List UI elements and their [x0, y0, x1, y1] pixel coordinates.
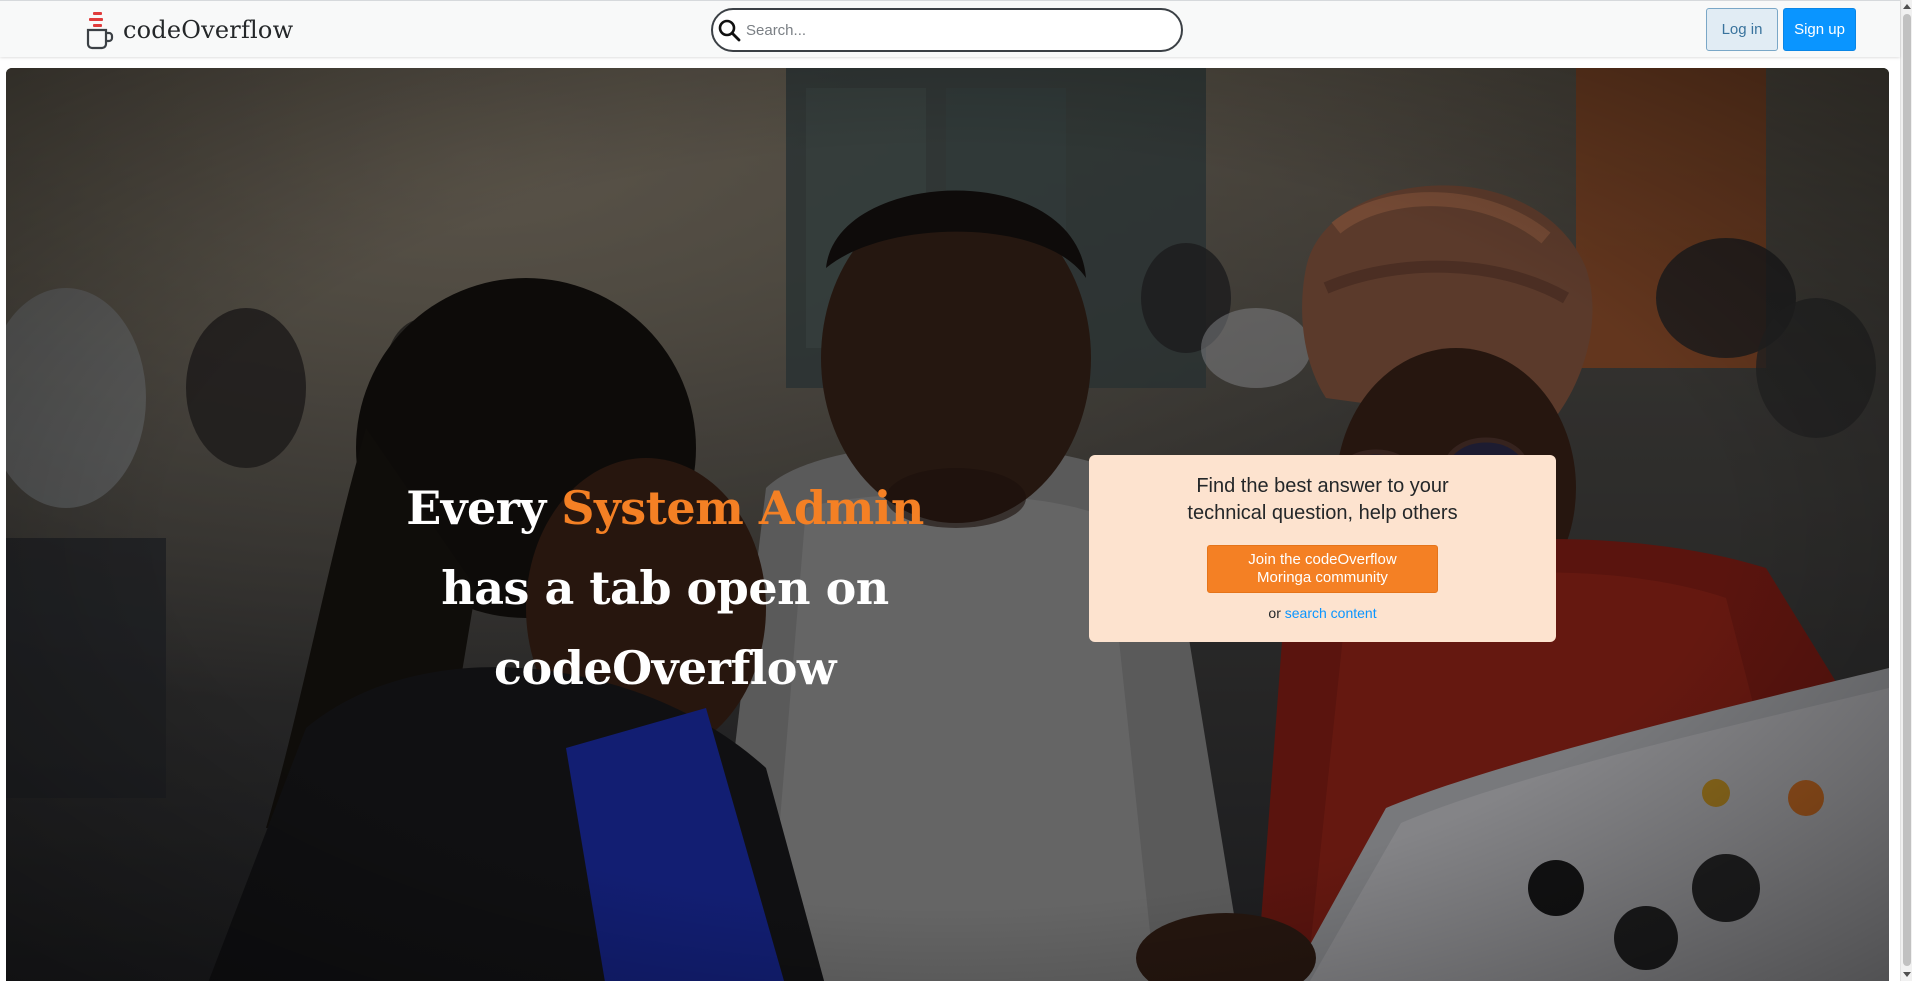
card-alt-action: or search content — [1089, 605, 1556, 621]
hero-banner: Every System Admin has a tab open on cod… — [6, 68, 1889, 981]
join-community-card: Find the best answer to your technical q… — [1089, 455, 1556, 642]
join-community-button[interactable]: Join the codeOverflow Moringa community — [1207, 545, 1438, 593]
signup-button[interactable]: Sign up — [1783, 8, 1856, 51]
brand-home-link[interactable]: codeOverflow — [84, 9, 293, 51]
brand-name: codeOverflow — [123, 16, 294, 44]
search-content-link[interactable]: search content — [1285, 605, 1377, 621]
hero-headline: Every System Admin has a tab open on cod… — [324, 468, 1006, 708]
search-bar[interactable] — [711, 8, 1183, 52]
headline-line2: has a tab open on — [441, 561, 889, 615]
page: codeOverflow Log in Sign up — [0, 0, 1912, 981]
headline-line3: codeOverflow — [494, 641, 836, 695]
headline-line1: Every System Admin — [406, 481, 924, 535]
search-icon — [718, 19, 741, 42]
headline-prefix: Every — [406, 481, 562, 535]
search-input[interactable] — [746, 15, 1181, 45]
scroll-down-arrow-icon[interactable] — [1903, 972, 1911, 977]
login-button[interactable]: Log in — [1706, 8, 1778, 51]
coffee-mug-stack-logo — [86, 12, 114, 50]
scroll-up-arrow-icon[interactable] — [1903, 4, 1911, 9]
headline-accent: System Admin — [561, 481, 924, 535]
top-navbar: codeOverflow Log in Sign up — [0, 0, 1900, 57]
page-scrollbar[interactable] — [1900, 0, 1912, 981]
scrollbar-thumb[interactable] — [1903, 14, 1911, 966]
card-description: Find the best answer to your technical q… — [1187, 475, 1458, 524]
or-text: or — [1268, 605, 1285, 621]
